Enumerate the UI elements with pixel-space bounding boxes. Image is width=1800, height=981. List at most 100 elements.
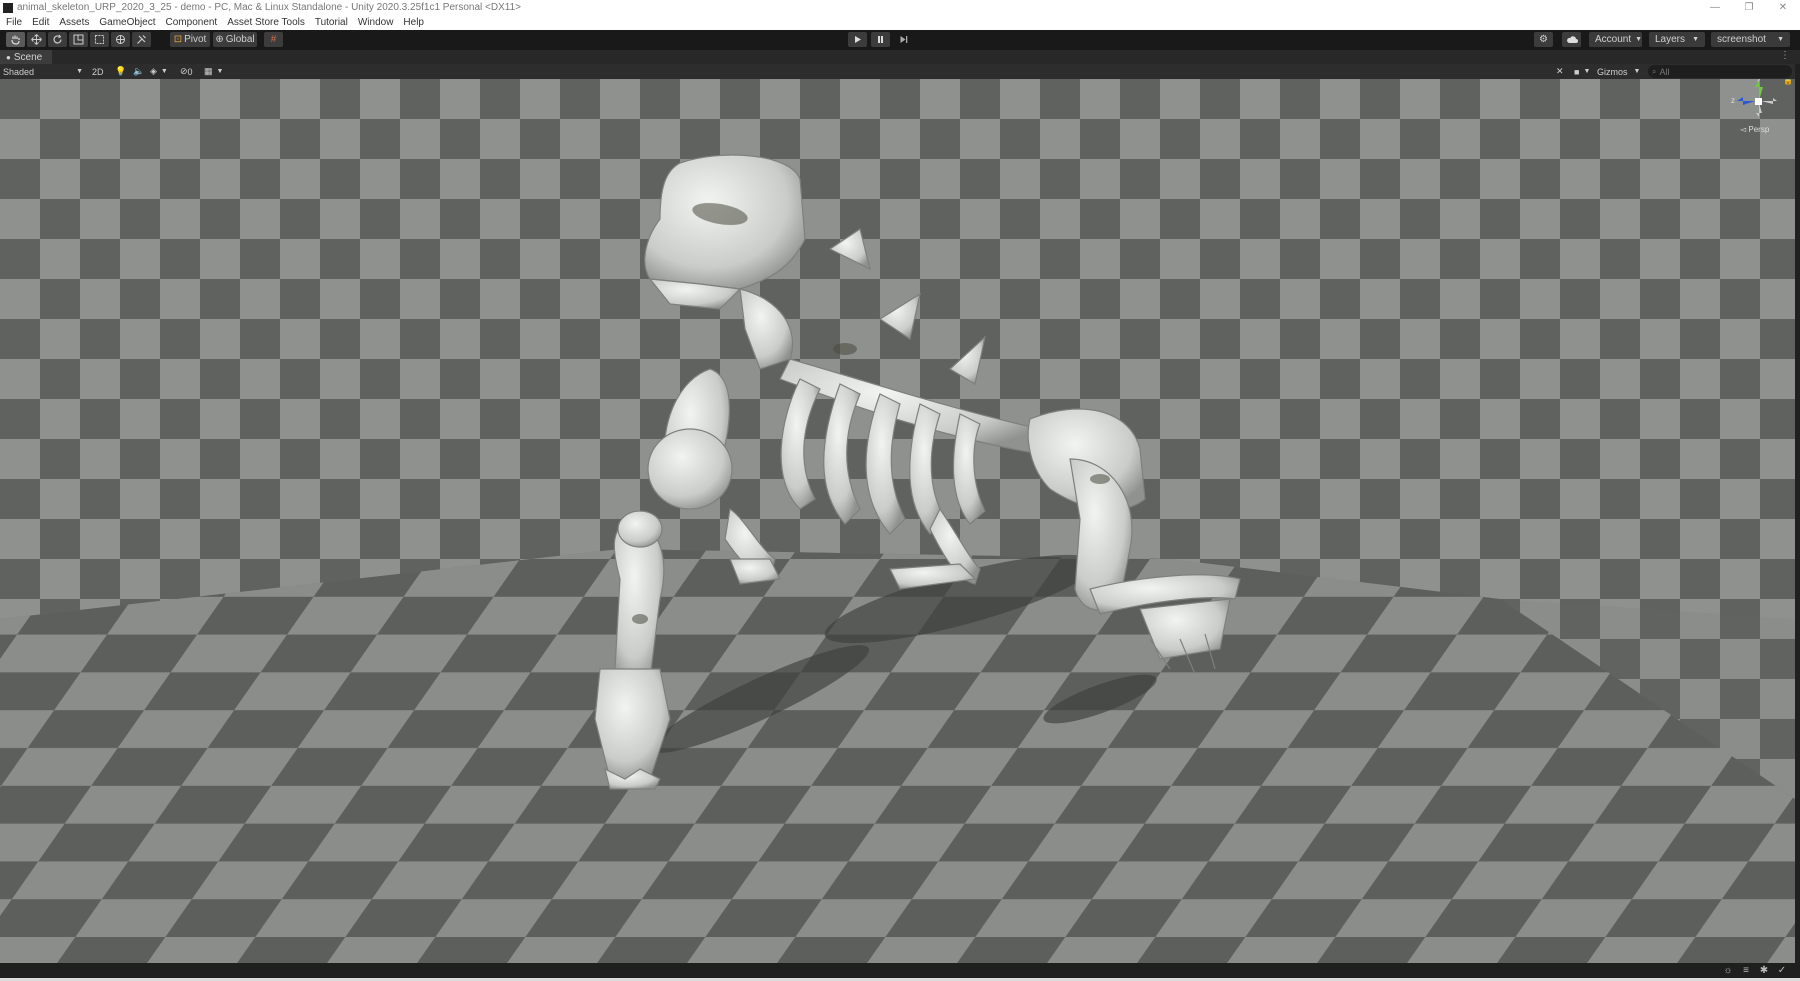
layers-dropdown[interactable]: Layers ▼ [1649, 32, 1705, 47]
speaker-icon: 🔈 [133, 66, 145, 76]
hidden-objects-toggle[interactable]: ⊘ 0 [180, 65, 193, 78]
lighting-toggle[interactable]: 💡 [115, 65, 126, 78]
menu-window[interactable]: Window [358, 17, 394, 28]
tab-menu-icon[interactable]: ⋮ [1780, 50, 1790, 61]
progress-icon[interactable]: ✱ [1758, 965, 1770, 976]
cloud-button[interactable] [1562, 32, 1581, 47]
draw-mode-dropdown[interactable]: Shaded ▼ [3, 65, 83, 78]
chevron-down-icon: ▼ [1777, 36, 1784, 43]
menu-edit[interactable]: Edit [32, 17, 49, 28]
menu-gameobject[interactable]: GameObject [99, 17, 155, 28]
snap-grid-button[interactable]: # [264, 32, 283, 47]
effects-dropdown[interactable]: ◈ ▼ [150, 65, 168, 78]
window-controls: — ❐ ✕ [1698, 0, 1800, 15]
custom-tool-button[interactable] [132, 32, 151, 47]
pause-button[interactable] [871, 32, 890, 47]
scale-tool-button[interactable] [69, 32, 88, 47]
play-button[interactable] [848, 32, 867, 47]
chevron-down-icon: ▼ [76, 68, 83, 75]
z-axis-handle[interactable] [1737, 97, 1755, 105]
mode-2d-toggle[interactable]: 2D [92, 65, 104, 78]
rotate-tool-icon [53, 34, 62, 44]
projection-arrow-icon: ◅ [1740, 125, 1747, 134]
camera-icon: ■ [1574, 66, 1580, 77]
gizmo-y-label: y [1757, 79, 1761, 82]
move-tool-button[interactable] [27, 32, 46, 47]
status-bar: ☼ ≡ ✱ ✓ [0, 963, 1800, 978]
layers-icon[interactable]: ≡ [1740, 965, 1752, 976]
hidden-count: 0 [187, 66, 193, 77]
layout-label: screenshot [1717, 34, 1766, 45]
menu-assets[interactable]: Assets [59, 17, 89, 28]
window-title: animal_skeleton_URP_2020_3_25 - demo - P… [17, 2, 522, 13]
right-scroll-edge [1795, 64, 1800, 963]
grid-icon: ▦ [204, 66, 213, 76]
step-button[interactable] [894, 32, 913, 47]
projection-label: Persp [1748, 125, 1770, 134]
lightbulb-icon: 💡 [115, 66, 127, 76]
scene-viewport[interactable]: y z 🔒 ◅ Persp [0, 79, 1795, 963]
chevron-down-icon: ▼ [1583, 68, 1591, 75]
play-icon [855, 36, 861, 43]
menu-help[interactable]: Help [403, 17, 424, 28]
pause-icon [878, 36, 883, 43]
chevron-down-icon: ▼ [1633, 68, 1641, 75]
draw-mode-label: Shaded [3, 66, 35, 77]
menu-bar: File Edit Assets GameObject Component As… [0, 15, 1800, 30]
account-dropdown[interactable]: Account ▼ [1589, 32, 1642, 47]
gizmo-center-cube[interactable] [1755, 98, 1762, 105]
rotate-tool-button[interactable] [48, 32, 67, 47]
scene-toolbar: Shaded ▼ 2D 💡 🔈 ◈ ▼ ⊘ 0 ▦ ▼ ✕ ■ ▼ Gizmos ▼ … [0, 64, 1800, 79]
camera-dropdown[interactable]: ■ ▼ [1574, 65, 1590, 78]
pivot-icon: ⊡ [173, 34, 183, 45]
maximize-button[interactable]: ❐ [1732, 0, 1766, 15]
account-label: Account [1595, 34, 1632, 45]
global-icon: ⊕ [215, 34, 224, 45]
tab-scene[interactable]: ● Scene [0, 50, 52, 64]
menu-component[interactable]: Component [166, 17, 218, 28]
bug-icon[interactable]: ☼ [1722, 965, 1734, 976]
menu-tutorial[interactable]: Tutorial [315, 17, 348, 28]
transform-tool-icon [116, 35, 125, 44]
rect-tool-button[interactable] [90, 32, 109, 47]
move-tool-icon [31, 34, 42, 45]
minimize-button[interactable]: — [1698, 0, 1732, 15]
gizmos-label: Gizmos [1597, 66, 1628, 77]
global-toggle-button[interactable]: ⊕ Global [213, 32, 257, 47]
chevron-down-icon: ▼ [160, 68, 168, 75]
eye-slash-icon: ⊘ [180, 66, 188, 76]
unity-logo-icon [3, 2, 13, 13]
scale-tool-icon [73, 34, 84, 45]
lock-icon[interactable]: 🔒 [1783, 79, 1793, 85]
close-button[interactable]: ✕ [1766, 0, 1800, 15]
grid-snap-icon: # [270, 34, 277, 45]
cloud-icon [1566, 36, 1578, 43]
menu-asset-store-tools[interactable]: Asset Store Tools [227, 17, 305, 28]
layout-dropdown[interactable]: screenshot ▼ [1711, 32, 1790, 47]
collab-button[interactable]: ⚙ [1534, 32, 1553, 47]
menu-file[interactable]: File [6, 17, 22, 28]
gizmos-dropdown[interactable]: Gizmos ▼ [1597, 65, 1640, 78]
gizmo-z-label: z [1731, 96, 1735, 105]
hand-tool-icon [11, 35, 20, 45]
audio-toggle[interactable]: 🔈 [133, 65, 144, 78]
tools-overlay-toggle[interactable]: ✕ [1556, 65, 1564, 78]
chevron-down-icon: ▼ [1635, 36, 1643, 43]
main-toolbar: ⊡ Pivot ⊕ Global # ⚙ Account ▼ Layers ▼ … [0, 30, 1800, 50]
hand-tool-button[interactable] [6, 32, 25, 47]
chevron-down-icon: ▼ [1692, 36, 1699, 43]
scene-tab-icon: ● [6, 52, 11, 62]
transform-tool-button[interactable] [111, 32, 130, 47]
grid-dropdown[interactable]: ▦ ▼ [204, 65, 223, 78]
search-icon: ⌕ [1652, 66, 1657, 76]
step-icon [900, 36, 908, 43]
tools-icon: ✕ [1556, 66, 1564, 76]
projection-toggle[interactable]: ◅ Persp [1740, 125, 1769, 134]
pivot-toggle-button[interactable]: ⊡ Pivot [170, 32, 210, 47]
tab-scene-label: Scene [13, 51, 43, 63]
tab-bar: ● Scene ⋮ [0, 50, 1800, 64]
check-circle-icon[interactable]: ✓ [1776, 965, 1788, 976]
scene-search-field[interactable]: ⌕ All [1648, 65, 1792, 78]
layers-label: Layers [1655, 34, 1686, 45]
chevron-down-icon: ▼ [216, 68, 224, 75]
